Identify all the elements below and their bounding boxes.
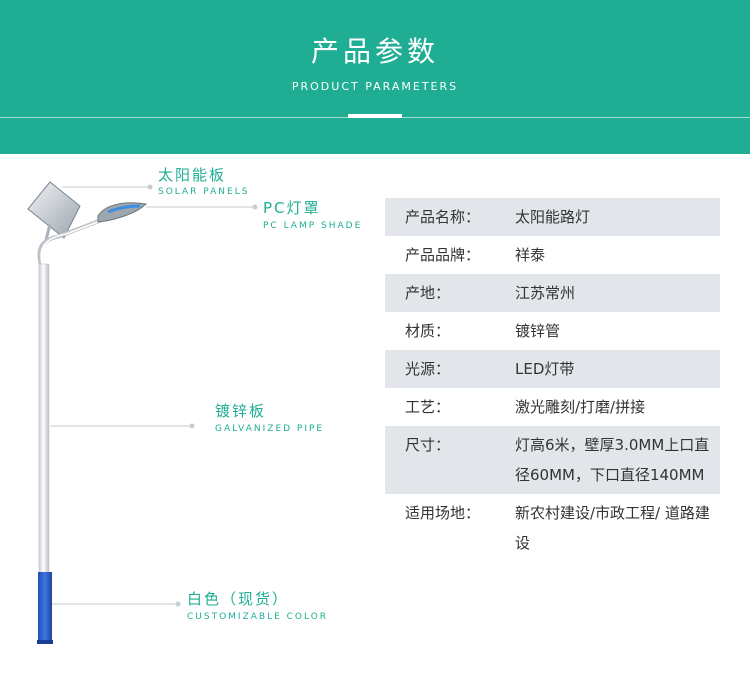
parameter-table: 产品名称： 太阳能路灯 产品品牌： 祥泰 产地： 江苏常州 材质： 镀锌管 光源… [385,198,720,562]
param-value: 灯高6米，壁厚3.0MM上口直径60MM，下口直径140MM [515,436,710,484]
param-value: 新农村建设/市政工程/ 道路建设 [515,504,710,552]
pole-base [37,572,53,644]
callout-shade-title: PC灯罩 [263,199,321,217]
callout-leaders [50,184,258,607]
callout-color-title: 白色（现货） [187,590,290,608]
param-value: 江苏常州 [515,284,576,302]
param-row: 产地： 江苏常州 [385,274,720,312]
param-value: 太阳能路灯 [515,208,591,226]
param-row: 光源： LED灯带 [385,350,720,388]
param-key: 光源： [405,360,451,378]
callout-pipe-sub: GALVANIZED PIPE [215,424,325,434]
callout-pipe-title: 镀锌板 [215,402,267,420]
param-key: 产品品牌： [405,246,481,264]
param-row: 产品品牌： 祥泰 [385,236,720,274]
solar-panel [27,181,81,245]
callout-solar-title: 太阳能板 [158,166,227,184]
param-row: 材质： 镀锌管 [385,312,720,350]
lamp-head [97,202,148,223]
callout-solar-sub: SOLAR PANELS [158,187,250,197]
param-key: 产地： [405,284,451,302]
param-row: 工艺： 激光雕刻/打磨/拼接 [385,388,720,426]
param-value: 激光雕刻/打磨/拼接 [515,398,646,416]
page-title: 产品参数 [310,35,439,68]
param-value: 镀锌管 [515,322,561,340]
param-key: 尺寸： [405,436,451,454]
header-strip [0,118,750,154]
header-banner: 产品参数 PRODUCT PARAMETERS [0,0,750,118]
callout-color-sub: CUSTOMIZABLE COLOR [187,612,329,622]
param-row: 适用场地： 新农村建设/市政工程/ 道路建设 [385,494,720,562]
param-key: 产品名称： [405,208,481,226]
page-subtitle: PRODUCT PARAMETERS [291,80,459,93]
street-lamp-illustration [27,181,258,644]
param-value: LED灯带 [515,360,575,378]
param-row: 产品名称： 太阳能路灯 [385,198,720,236]
param-key: 工艺： [405,398,451,416]
lamp-pole [38,263,50,577]
param-row: 尺寸： 灯高6米，壁厚3.0MM上口直径60MM，下口直径140MM [385,426,720,494]
param-value: 祥泰 [515,246,546,264]
callout-shade-sub: PC LAMP SHADE [263,221,363,231]
param-key: 适用场地： [405,504,481,522]
param-key: 材质： [405,322,451,340]
